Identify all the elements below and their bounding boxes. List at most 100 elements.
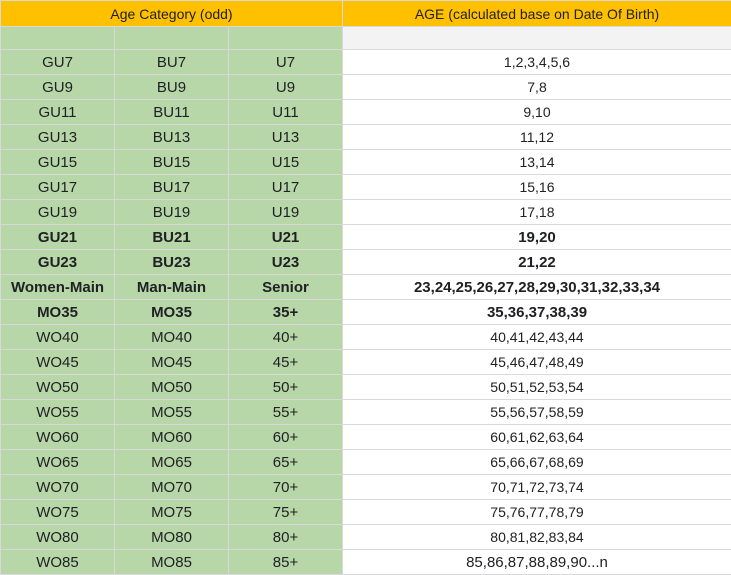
- table-row: MO35MO3535+35,36,37,38,39: [1, 300, 731, 325]
- men-category-cell[interactable]: MO80: [115, 525, 229, 550]
- ages-cell[interactable]: 35,36,37,38,39: [343, 300, 731, 325]
- table-row: WO55MO5555+55,56,57,58,59: [1, 400, 731, 425]
- age-group-cell[interactable]: U9: [229, 75, 343, 100]
- age-group-cell[interactable]: Senior: [229, 275, 343, 300]
- women-category-cell[interactable]: GU17: [1, 175, 115, 200]
- men-category-cell[interactable]: BU11: [115, 100, 229, 125]
- men-category-cell[interactable]: [115, 27, 229, 50]
- men-category-cell[interactable]: BU15: [115, 150, 229, 175]
- age-category-sheet: Age Category (odd) AGE (calculated base …: [0, 0, 731, 575]
- header-age-category[interactable]: Age Category (odd): [1, 1, 343, 27]
- women-category-cell[interactable]: GU19: [1, 200, 115, 225]
- ages-cell[interactable]: 21,22: [343, 250, 731, 275]
- women-category-cell[interactable]: GU23: [1, 250, 115, 275]
- ages-cell[interactable]: 55,56,57,58,59: [343, 400, 731, 425]
- women-category-cell[interactable]: Women-Main: [1, 275, 115, 300]
- men-category-cell[interactable]: BU17: [115, 175, 229, 200]
- ages-cell[interactable]: [343, 27, 731, 50]
- age-group-cell[interactable]: U21: [229, 225, 343, 250]
- age-group-cell[interactable]: U17: [229, 175, 343, 200]
- age-group-cell[interactable]: [229, 27, 343, 50]
- age-group-cell[interactable]: 55+: [229, 400, 343, 425]
- women-category-cell[interactable]: GU13: [1, 125, 115, 150]
- age-group-cell[interactable]: 80+: [229, 525, 343, 550]
- table-row: WO45MO4545+45,46,47,48,49: [1, 350, 731, 375]
- women-category-cell[interactable]: WO75: [1, 500, 115, 525]
- men-category-cell[interactable]: Man-Main: [115, 275, 229, 300]
- ages-cell[interactable]: 70,71,72,73,74: [343, 475, 731, 500]
- women-category-cell[interactable]: WO80: [1, 525, 115, 550]
- ages-cell[interactable]: 23,24,25,26,27,28,29,30,31,32,33,34: [343, 275, 731, 300]
- ages-cell[interactable]: 19,20: [343, 225, 731, 250]
- table-row: GU19BU19U1917,18: [1, 200, 731, 225]
- women-category-cell[interactable]: GU9: [1, 75, 115, 100]
- age-group-cell[interactable]: U7: [229, 50, 343, 75]
- age-group-cell[interactable]: 60+: [229, 425, 343, 450]
- men-category-cell[interactable]: MO70: [115, 475, 229, 500]
- ages-cell[interactable]: 65,66,67,68,69: [343, 450, 731, 475]
- women-category-cell[interactable]: WO45: [1, 350, 115, 375]
- table-row: WO60MO6060+60,61,62,63,64: [1, 425, 731, 450]
- ages-cell[interactable]: 11,12: [343, 125, 731, 150]
- men-category-cell[interactable]: BU9: [115, 75, 229, 100]
- ages-cell[interactable]: 85,86,87,88,89,90...n: [343, 550, 731, 575]
- men-category-cell[interactable]: MO50: [115, 375, 229, 400]
- age-group-cell[interactable]: U11: [229, 100, 343, 125]
- age-group-cell[interactable]: 35+: [229, 300, 343, 325]
- men-category-cell[interactable]: MO55: [115, 400, 229, 425]
- header-age[interactable]: AGE (calculated base on Date Of Birth): [343, 1, 731, 27]
- ages-cell[interactable]: 1,2,3,4,5,6: [343, 50, 731, 75]
- age-group-cell[interactable]: U23: [229, 250, 343, 275]
- women-category-cell[interactable]: WO50: [1, 375, 115, 400]
- age-group-cell[interactable]: 65+: [229, 450, 343, 475]
- age-group-cell[interactable]: U19: [229, 200, 343, 225]
- men-category-cell[interactable]: MO85: [115, 550, 229, 575]
- ages-cell[interactable]: 9,10: [343, 100, 731, 125]
- age-group-cell[interactable]: 70+: [229, 475, 343, 500]
- men-category-cell[interactable]: MO60: [115, 425, 229, 450]
- age-group-cell[interactable]: 85+: [229, 550, 343, 575]
- men-category-cell[interactable]: BU13: [115, 125, 229, 150]
- men-category-cell[interactable]: MO45: [115, 350, 229, 375]
- women-category-cell[interactable]: GU11: [1, 100, 115, 125]
- ages-cell[interactable]: 13,14: [343, 150, 731, 175]
- ages-cell[interactable]: 80,81,82,83,84: [343, 525, 731, 550]
- ages-cell[interactable]: 45,46,47,48,49: [343, 350, 731, 375]
- men-category-cell[interactable]: MO35: [115, 300, 229, 325]
- ages-cell[interactable]: 60,61,62,63,64: [343, 425, 731, 450]
- ages-cell[interactable]: 40,41,42,43,44: [343, 325, 731, 350]
- men-category-cell[interactable]: BU23: [115, 250, 229, 275]
- age-group-cell[interactable]: 75+: [229, 500, 343, 525]
- women-category-cell[interactable]: WO60: [1, 425, 115, 450]
- age-group-cell[interactable]: U13: [229, 125, 343, 150]
- men-category-cell[interactable]: BU21: [115, 225, 229, 250]
- table-row: GU21BU21U2119,20: [1, 225, 731, 250]
- table-row: GU15BU15U1513,14: [1, 150, 731, 175]
- women-category-cell[interactable]: GU15: [1, 150, 115, 175]
- women-category-cell[interactable]: [1, 27, 115, 50]
- men-category-cell[interactable]: BU7: [115, 50, 229, 75]
- women-category-cell[interactable]: GU21: [1, 225, 115, 250]
- ages-cell[interactable]: 75,76,77,78,79: [343, 500, 731, 525]
- men-category-cell[interactable]: MO75: [115, 500, 229, 525]
- women-category-cell[interactable]: WO70: [1, 475, 115, 500]
- table-row: [1, 27, 731, 50]
- women-category-cell[interactable]: WO65: [1, 450, 115, 475]
- age-group-cell[interactable]: 40+: [229, 325, 343, 350]
- men-category-cell[interactable]: BU19: [115, 200, 229, 225]
- men-category-cell[interactable]: MO65: [115, 450, 229, 475]
- ages-cell[interactable]: 15,16: [343, 175, 731, 200]
- ages-cell[interactable]: 7,8: [343, 75, 731, 100]
- women-category-cell[interactable]: WO55: [1, 400, 115, 425]
- ages-cell[interactable]: 17,18: [343, 200, 731, 225]
- table-row: GU23BU23U2321,22: [1, 250, 731, 275]
- ages-cell[interactable]: 50,51,52,53,54: [343, 375, 731, 400]
- women-category-cell[interactable]: GU7: [1, 50, 115, 75]
- women-category-cell[interactable]: WO85: [1, 550, 115, 575]
- age-group-cell[interactable]: U15: [229, 150, 343, 175]
- age-group-cell[interactable]: 45+: [229, 350, 343, 375]
- age-group-cell[interactable]: 50+: [229, 375, 343, 400]
- women-category-cell[interactable]: WO40: [1, 325, 115, 350]
- women-category-cell[interactable]: MO35: [1, 300, 115, 325]
- men-category-cell[interactable]: MO40: [115, 325, 229, 350]
